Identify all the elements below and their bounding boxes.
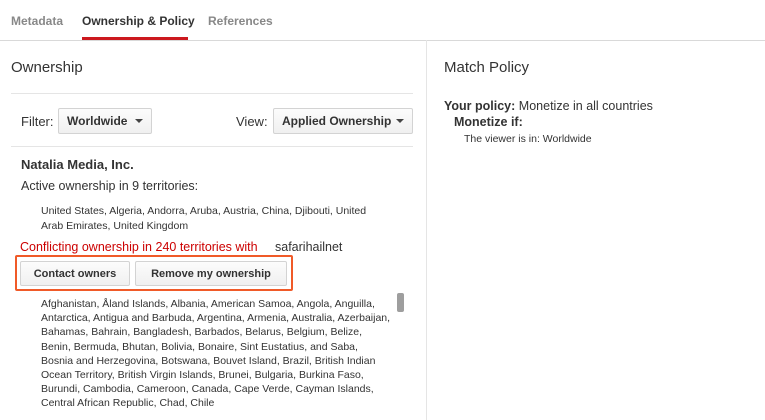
filter-dropdown-value: Worldwide	[67, 114, 128, 128]
column-divider	[426, 40, 427, 420]
policy-condition: The viewer is in: Worldwide	[464, 133, 592, 145]
active-tab-indicator	[82, 37, 188, 40]
view-dropdown[interactable]: Applied Ownership	[273, 108, 413, 134]
chevron-down-icon	[396, 119, 404, 123]
match-policy-title: Match Policy	[444, 59, 530, 76]
your-policy-value: Monetize in all countries	[518, 99, 653, 113]
view-dropdown-value: Applied Ownership	[282, 114, 392, 128]
tab-metadata[interactable]: Metadata	[11, 14, 63, 28]
monetize-if-label: Monetize if:	[454, 115, 523, 129]
ownership-title: Ownership	[11, 59, 83, 76]
conflict-user: safarihailnet	[275, 240, 343, 254]
chevron-down-icon	[135, 119, 143, 123]
active-ownership-text: Active ownership in 9 territories:	[21, 179, 199, 193]
filter-divider	[11, 146, 413, 147]
active-territories-list: United States, Algeria, Andorra, Aruba, …	[41, 205, 367, 232]
your-policy: Your policy: Monetize in all countries	[444, 99, 653, 113]
tab-references[interactable]: References	[208, 14, 273, 28]
conflict-territories-list[interactable]: Afghanistan, Åland Islands, Albania, Ame…	[41, 297, 391, 420]
conflict-text: Conflicting ownership in 240 territories…	[20, 240, 258, 254]
view-label: View:	[236, 114, 268, 129]
ownership-divider	[11, 93, 413, 94]
owner-name: Natalia Media, Inc.	[21, 157, 134, 172]
tab-ownership-policy[interactable]: Ownership & Policy	[82, 14, 195, 28]
your-policy-label: Your policy:	[444, 99, 516, 113]
filter-dropdown[interactable]: Worldwide	[58, 108, 152, 134]
remove-ownership-button[interactable]: Remove my ownership	[135, 261, 287, 286]
scrollbar-thumb[interactable]	[397, 293, 404, 312]
contact-owners-button[interactable]: Contact owners	[20, 261, 130, 286]
filter-label: Filter:	[21, 114, 54, 129]
tab-bar: Metadata Ownership & Policy References	[0, 0, 765, 41]
